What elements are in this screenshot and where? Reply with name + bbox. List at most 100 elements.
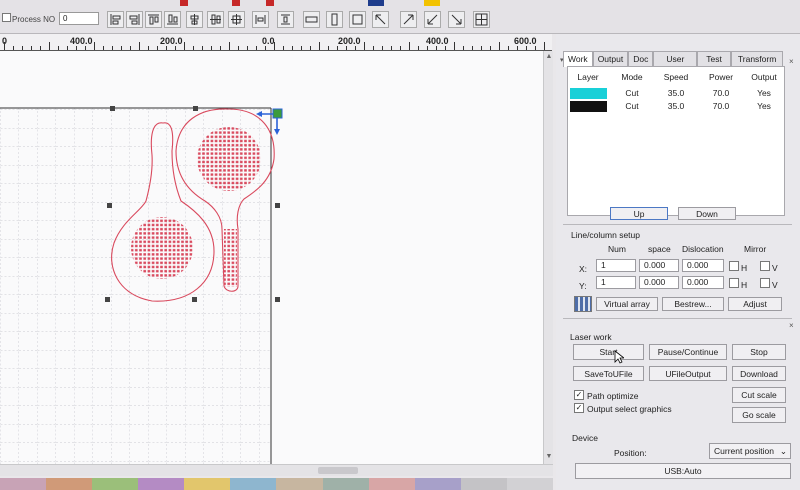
ruler-tick	[373, 46, 374, 50]
ruler-label: 200.0	[338, 36, 361, 46]
grid-icon[interactable]	[473, 11, 490, 28]
x-mirror-h-checkbox[interactable]	[729, 261, 739, 271]
header-layer: Layer	[577, 72, 599, 82]
layer-down-button[interactable]: Down	[678, 207, 736, 220]
align-right-icon[interactable]	[126, 11, 143, 28]
align-left-icon[interactable]	[107, 11, 124, 28]
center-horizontal-icon[interactable]	[186, 11, 203, 28]
y-mirror-h-checkbox[interactable]	[729, 278, 739, 288]
palette-color-swatch[interactable]	[368, 478, 415, 490]
distribute-horizontal-icon[interactable]	[252, 11, 269, 28]
tab-user[interactable]: User	[653, 51, 698, 66]
adjust-button[interactable]: Adjust	[728, 297, 782, 311]
palette-color-swatch[interactable]	[460, 478, 507, 490]
download-button[interactable]: Download	[732, 366, 786, 381]
tab-doc[interactable]: Doc	[628, 51, 654, 66]
tab-transform[interactable]: Transform	[730, 51, 784, 66]
ruler-tick	[508, 46, 509, 50]
process-number-input[interactable]: 0	[59, 12, 99, 25]
same-height-icon[interactable]	[326, 11, 343, 28]
ruler-tick	[121, 46, 122, 50]
x-space-input[interactable]: 0.000	[639, 259, 679, 272]
palette-color-swatch[interactable]	[276, 478, 323, 490]
virtual-array-button[interactable]: Virtual array	[596, 297, 658, 311]
toolbar: Process NO 0	[0, 0, 800, 34]
x-mirror-v-checkbox[interactable]	[760, 261, 770, 271]
go-scale-button[interactable]: Go scale	[732, 407, 786, 423]
palette-color-swatch[interactable]	[322, 478, 369, 490]
usb-device-select[interactable]: USB:Auto	[575, 463, 791, 479]
palette-color-swatch[interactable]	[414, 478, 461, 490]
vertical-scrollbar[interactable]: ▲ ▼	[543, 51, 553, 464]
palette-color-swatch[interactable]	[230, 478, 277, 490]
ruler-tick	[517, 46, 518, 50]
y-num-input[interactable]: 1	[596, 276, 636, 289]
position-select[interactable]: Current position ⌄	[709, 443, 791, 459]
bestrew-button[interactable]: Bestrew...	[662, 297, 724, 311]
output-select-checkbox[interactable]: ✓	[574, 403, 584, 413]
cut-scale-button[interactable]: Cut scale	[732, 387, 786, 403]
align-top-icon[interactable]	[145, 11, 162, 28]
ruler-tick	[409, 42, 410, 50]
align-bottom-icon[interactable]	[164, 11, 181, 28]
arrange-bottom-right-icon[interactable]	[448, 11, 465, 28]
save-to-ufile-button[interactable]: SaveToUFile	[573, 366, 644, 381]
ruler-label: 600.0	[514, 36, 537, 46]
y-mirror-v-checkbox[interactable]	[760, 278, 770, 288]
ruler-tick	[256, 46, 257, 50]
start-button[interactable]: Start	[573, 344, 644, 360]
ruler-tick	[310, 46, 311, 50]
ruler-tick	[499, 42, 500, 50]
arrange-top-left-icon[interactable]	[372, 11, 389, 28]
scroll-up-arrow-icon[interactable]: ▲	[545, 53, 553, 61]
palette-color-swatch[interactable]	[506, 478, 553, 490]
layer-row[interactable]: Cut 35.0 70.0 Yes	[568, 101, 784, 113]
laser-work-close-icon[interactable]: ×	[789, 322, 797, 330]
layer-color-swatch	[570, 101, 607, 112]
x-label: X:	[579, 264, 588, 274]
palette-color-swatch[interactable]	[46, 478, 93, 490]
pause-continue-button[interactable]: Pause/Continue	[649, 344, 727, 360]
horizontal-ruler: 0 400.0 200.0 0.0 200.0 400.0 600.0	[0, 34, 552, 51]
same-width-icon[interactable]	[303, 11, 320, 28]
palette-color-swatch[interactable]	[0, 478, 47, 490]
process-checkbox[interactable]	[2, 13, 11, 22]
horizontal-scrollbar[interactable]	[0, 464, 553, 476]
layer-up-button[interactable]: Up	[610, 207, 668, 220]
ruler-tick	[31, 46, 32, 50]
ruler-tick	[328, 46, 329, 50]
distribute-vertical-icon[interactable]	[277, 11, 294, 28]
palette-color-swatch[interactable]	[138, 478, 185, 490]
ufile-output-button[interactable]: UFileOutput	[649, 366, 727, 381]
tab-output[interactable]: Output	[592, 51, 629, 66]
x-dislocation-input[interactable]: 0.000	[682, 259, 724, 272]
tab-test[interactable]: Test	[697, 51, 731, 66]
ruler-tick	[319, 42, 320, 50]
drawing-canvas[interactable]	[0, 51, 552, 464]
output-select-label: Output select graphics	[587, 404, 672, 414]
same-size-icon[interactable]	[349, 11, 366, 28]
palette-color-swatch[interactable]	[92, 478, 139, 490]
ruler-label: 400.0	[70, 36, 93, 46]
scroll-down-arrow-icon[interactable]: ▼	[545, 453, 553, 461]
process-label: Process NO	[12, 15, 56, 24]
path-optimize-checkbox[interactable]: ✓	[574, 390, 584, 400]
stop-button[interactable]: Stop	[732, 344, 786, 360]
ruler-tick	[184, 42, 185, 50]
layer-row[interactable]: Cut 35.0 70.0 Yes	[568, 88, 784, 100]
tab-work[interactable]: Work	[563, 51, 593, 67]
horizontal-scrollbar-thumb[interactable]	[318, 467, 358, 474]
arrange-top-right-icon[interactable]	[400, 11, 417, 28]
ruler-tick	[238, 46, 239, 50]
arrange-bottom-left-icon[interactable]	[424, 11, 441, 28]
y-space-input[interactable]: 0.000	[639, 276, 679, 289]
y-dislocation-input[interactable]: 0.000	[682, 276, 724, 289]
align-center-icon[interactable]	[228, 11, 245, 28]
x-num-input[interactable]: 1	[596, 259, 636, 272]
color-palette-bar[interactable]	[0, 478, 553, 490]
array-grid-icon[interactable]	[574, 296, 592, 312]
laser-work-title: Laser work	[570, 332, 612, 342]
panel-close-icon[interactable]: ×	[789, 58, 797, 66]
palette-color-swatch[interactable]	[184, 478, 231, 490]
center-vertical-icon[interactable]	[207, 11, 224, 28]
